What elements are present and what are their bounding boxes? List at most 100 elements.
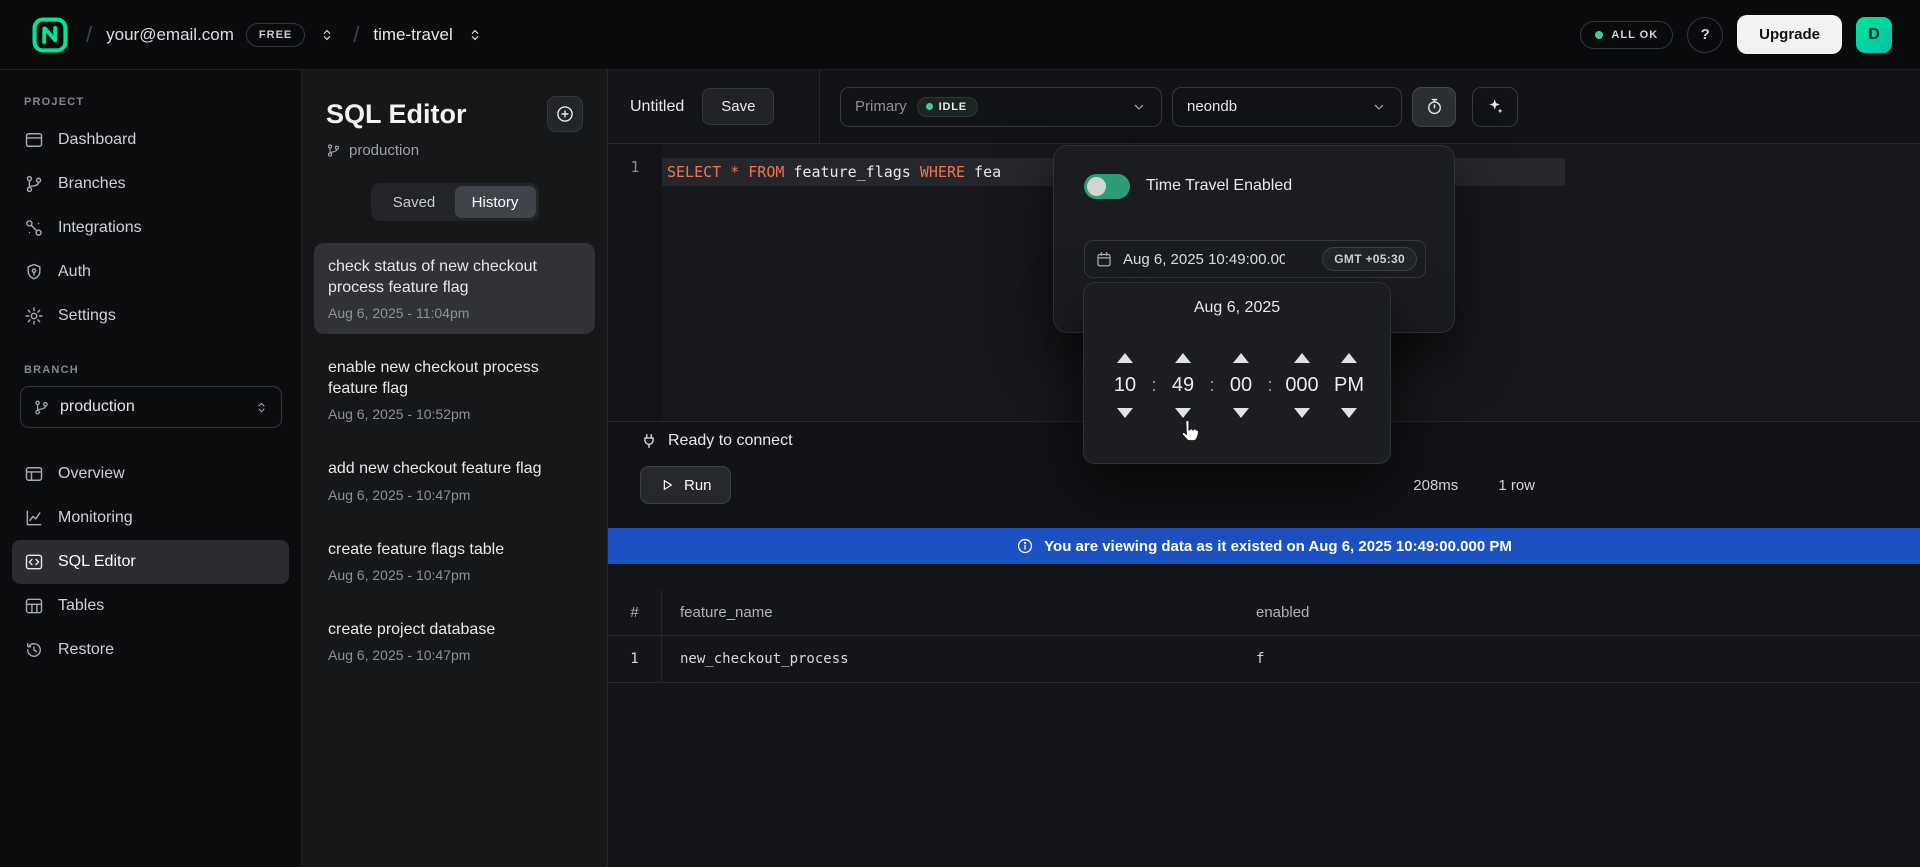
line-number: 1 bbox=[608, 158, 662, 176]
auth-icon bbox=[24, 262, 44, 282]
hours-value[interactable]: 10 bbox=[1114, 374, 1136, 397]
sidebar-item-auth[interactable]: Auth bbox=[12, 250, 289, 294]
sidebar-item-overview[interactable]: Overview bbox=[12, 452, 289, 496]
breadcrumb-separator: / bbox=[86, 22, 92, 48]
chevron-down-icon bbox=[1131, 99, 1147, 115]
sidebar-section-project: PROJECT bbox=[0, 96, 301, 108]
info-icon bbox=[1016, 537, 1034, 555]
datetime-value: Aug 6, 2025 10:49:00.000 PM bbox=[1123, 251, 1285, 268]
sidebar-item-dashboard[interactable]: Dashboard bbox=[12, 118, 289, 162]
sql-operator: * bbox=[721, 163, 748, 181]
ai-assistant-button[interactable] bbox=[1472, 87, 1518, 127]
column-header-index: # bbox=[608, 590, 662, 635]
user-avatar[interactable]: D bbox=[1856, 17, 1892, 53]
database-selector[interactable]: neondb bbox=[1172, 87, 1402, 127]
millis-down-button[interactable] bbox=[1288, 412, 1316, 439]
sidebar-item-monitoring[interactable]: Monitoring bbox=[12, 496, 289, 540]
cell-feature-name: new_checkout_process bbox=[662, 651, 1238, 667]
table-row: 1 new_checkout_process f bbox=[608, 636, 1920, 683]
column-header-feature-name: feature_name bbox=[662, 604, 1238, 621]
tab-history[interactable]: History bbox=[455, 186, 536, 218]
account-email[interactable]: your@email.com bbox=[106, 25, 234, 45]
sidebar-item-label: Integrations bbox=[58, 219, 142, 237]
history-item-date: Aug 6, 2025 - 11:04pm bbox=[328, 305, 581, 321]
history-item[interactable]: check status of new checkout process fea… bbox=[314, 243, 595, 334]
history-item[interactable]: create feature flags table Aug 6, 2025 -… bbox=[314, 526, 595, 596]
history-item[interactable]: enable new checkout process feature flag… bbox=[314, 344, 595, 435]
panel-branch-label: production bbox=[349, 142, 419, 159]
neon-logo[interactable] bbox=[28, 13, 72, 57]
seconds-down-button[interactable] bbox=[1227, 412, 1255, 439]
sidebar-item-tables[interactable]: Tables bbox=[12, 584, 289, 628]
plus-circle-icon bbox=[555, 104, 575, 124]
database-selector-value: neondb bbox=[1187, 98, 1237, 115]
sidebar-item-label: Overview bbox=[58, 465, 125, 483]
branch-icon bbox=[33, 399, 50, 416]
sql-keyword: WHERE bbox=[920, 163, 965, 181]
time-travel-button[interactable] bbox=[1412, 87, 1456, 127]
branch-selector[interactable]: production bbox=[20, 386, 282, 428]
history-item-date: Aug 6, 2025 - 10:47pm bbox=[328, 567, 581, 583]
seconds-up-button[interactable] bbox=[1227, 332, 1255, 359]
account-switcher-button[interactable] bbox=[315, 23, 339, 47]
sidebar-item-restore[interactable]: Restore bbox=[12, 628, 289, 672]
history-list: check status of new checkout process fea… bbox=[302, 243, 607, 676]
sidebar-item-integrations[interactable]: Integrations bbox=[12, 206, 289, 250]
branch-icon bbox=[326, 143, 341, 158]
hours-down-button[interactable] bbox=[1111, 412, 1139, 439]
plug-icon bbox=[640, 432, 658, 450]
history-item-date: Aug 6, 2025 - 10:52pm bbox=[328, 406, 581, 422]
query-metrics: 208ms 1 row bbox=[1413, 477, 1535, 494]
run-button-label: Run bbox=[684, 477, 712, 494]
sidebar-item-sql-editor[interactable]: SQL Editor bbox=[12, 540, 289, 584]
sparkles-icon bbox=[1486, 97, 1505, 116]
toggle-knob bbox=[1087, 177, 1106, 196]
history-item[interactable]: add new checkout feature flag Aug 6, 202… bbox=[314, 445, 595, 515]
project-name[interactable]: time-travel bbox=[373, 25, 452, 45]
upgrade-button[interactable]: Upgrade bbox=[1737, 15, 1842, 54]
colon-separator: : bbox=[1267, 375, 1272, 396]
datetime-picker-popover: Aug 6, 2025 10 : 49 : 00 : 000 PM bbox=[1083, 282, 1391, 464]
column-header-enabled: enabled bbox=[1238, 604, 1920, 621]
run-button[interactable]: Run bbox=[640, 466, 731, 504]
millis-up-button[interactable] bbox=[1288, 332, 1316, 359]
tab-saved[interactable]: Saved bbox=[374, 186, 455, 218]
chevron-updown-icon bbox=[254, 400, 269, 415]
save-button[interactable]: Save bbox=[702, 88, 774, 125]
new-query-button[interactable] bbox=[547, 96, 583, 132]
project-switcher-button[interactable] bbox=[463, 23, 487, 47]
topbar-actions: ALL OK ? Upgrade D bbox=[1580, 15, 1892, 54]
sidebar-item-label: SQL Editor bbox=[58, 553, 136, 571]
ampm-up-button[interactable] bbox=[1335, 332, 1363, 359]
sidebar-item-label: Settings bbox=[58, 307, 116, 325]
ampm-down-button[interactable] bbox=[1335, 412, 1363, 439]
query-tab[interactable]: Untitled Save bbox=[608, 70, 820, 143]
cell-enabled: f bbox=[1238, 651, 1920, 667]
time-travel-toggle[interactable] bbox=[1084, 174, 1130, 199]
table-header-row: # feature_name enabled bbox=[608, 590, 1920, 636]
minutes-up-button[interactable] bbox=[1169, 332, 1197, 359]
history-item-title: create feature flags table bbox=[328, 539, 581, 560]
sidebar-item-branches[interactable]: Branches bbox=[12, 162, 289, 206]
seconds-value[interactable]: 00 bbox=[1230, 374, 1252, 397]
compute-selector[interactable]: Primary IDLE bbox=[840, 87, 1162, 127]
tables-icon bbox=[24, 596, 44, 616]
ampm-value[interactable]: PM bbox=[1334, 374, 1364, 397]
run-row: Run 208ms 1 row bbox=[608, 459, 1920, 511]
time-travel-banner: You are viewing data as it existed on Au… bbox=[608, 528, 1920, 564]
datetime-input[interactable]: Aug 6, 2025 10:49:00.000 PM GMT +05:30 bbox=[1084, 240, 1426, 278]
system-status-button[interactable]: ALL OK bbox=[1580, 21, 1673, 49]
minutes-value[interactable]: 49 bbox=[1172, 374, 1194, 397]
sidebar-item-settings[interactable]: Settings bbox=[12, 294, 289, 338]
neon-logo-icon bbox=[32, 17, 68, 53]
integrations-icon bbox=[24, 218, 44, 238]
sql-identifier: fea bbox=[965, 163, 1001, 181]
hours-up-button[interactable] bbox=[1111, 332, 1139, 359]
time-travel-toggle-label: Time Travel Enabled bbox=[1146, 177, 1292, 195]
history-item[interactable]: create project database Aug 6, 2025 - 10… bbox=[314, 606, 595, 676]
plan-badge: FREE bbox=[246, 23, 305, 47]
panel-branch: production bbox=[302, 132, 607, 159]
history-item-date: Aug 6, 2025 - 10:47pm bbox=[328, 487, 581, 503]
help-button[interactable]: ? bbox=[1687, 17, 1723, 53]
millis-value[interactable]: 000 bbox=[1285, 374, 1318, 397]
